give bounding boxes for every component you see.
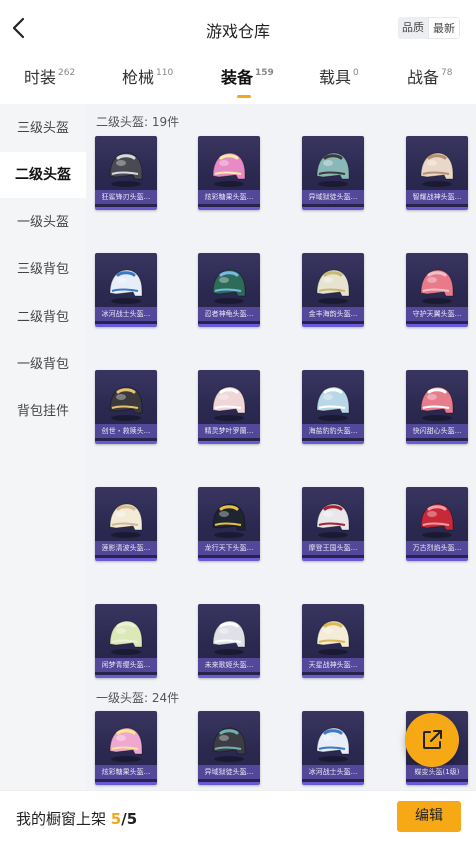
item-name: 炫彩糖果头盔... — [95, 765, 157, 779]
item-card[interactable]: 莲影清波头盔... — [95, 487, 157, 561]
item-card[interactable]: 智耀战神头盔... — [406, 136, 468, 210]
tab-count: 78 — [441, 68, 453, 78]
item-name: 未来歌姬头盔... — [198, 658, 260, 672]
item-card[interactable]: 天星战神头盔... — [302, 604, 364, 678]
item-name: 莲影清波头盔... — [95, 541, 157, 555]
item-name: 冰河战士头盔... — [95, 307, 157, 321]
section-title: 二级头盔: 19件 — [96, 115, 180, 129]
tab-count: 159 — [255, 68, 274, 78]
sidebar-item-level1-helmet[interactable]: 一级头盔 — [0, 200, 86, 246]
item-card[interactable]: 狂鲨锋刃头盔... — [95, 136, 157, 210]
showcase-label: 我的橱窗上架 — [16, 810, 107, 828]
showcase-count: 5 — [110, 810, 122, 828]
item-name: 万古烈焰头盔... — [406, 541, 468, 555]
tab-equipment[interactable]: 装备 159 — [221, 64, 274, 98]
item-card[interactable]: 炫彩糖果头盔... — [198, 136, 260, 210]
item-card[interactable]: 摩登王国头盔... — [302, 487, 364, 561]
sidebar-item-backpack-charm[interactable]: 背包挂件 — [0, 389, 86, 435]
sidebar-item-level3-helmet[interactable]: 三级头盔 — [0, 106, 86, 152]
showcase-status: 我的橱窗上架 5/5 — [16, 808, 137, 829]
tab-label: 载具 — [319, 68, 352, 87]
item-card[interactable]: 炫彩糖果头盔... — [95, 711, 157, 785]
active-tab-indicator — [237, 95, 251, 98]
showcase-bar: 我的橱窗上架 5/5 编辑 — [0, 790, 476, 843]
item-name: 智耀战神头盔... — [406, 190, 468, 204]
item-name: 闲梦青缨头盔... — [95, 658, 157, 672]
item-name: 蝶变头盔(1级) — [406, 765, 468, 779]
subcategory-sidebar: 三级头盔 二级头盔 一级头盔 三级背包 二级背包 一级背包 背包挂件 — [0, 104, 86, 790]
item-card[interactable]: 冰河战士头盔... — [95, 253, 157, 327]
item-card[interactable]: 快闪甜心头盔... — [406, 370, 468, 444]
item-card[interactable]: 海盐豹豹头盔... — [302, 370, 364, 444]
item-card[interactable]: 创世・救赎头... — [95, 370, 157, 444]
item-card[interactable]: 金丰海韵头盔... — [302, 253, 364, 327]
sidebar-item-level2-backpack[interactable]: 二级背包 — [0, 295, 86, 341]
sidebar-item-level2-helmet[interactable]: 二级头盔 — [0, 152, 86, 198]
external-link-icon — [423, 730, 442, 749]
item-name: 冰河战士头盔... — [302, 765, 364, 779]
tab-vehicles[interactable]: 载具 0 — [319, 64, 359, 98]
item-card[interactable]: 守护天翼头盔... — [406, 253, 468, 327]
item-name: 海盐豹豹头盔... — [302, 424, 364, 438]
category-tabs: 时装 262 枪械 110 装备 159 载具 0 战备 78 — [0, 58, 476, 98]
sidebar-item-level3-backpack[interactable]: 三级背包 — [0, 247, 86, 293]
showcase-total: /5 — [121, 810, 138, 828]
item-card[interactable]: 龙行天下头盔... — [198, 487, 260, 561]
tab-supplies[interactable]: 战备 78 — [407, 64, 452, 98]
tab-count: 110 — [156, 68, 174, 78]
share-button[interactable] — [405, 713, 459, 767]
item-card[interactable]: 精灵梦叶罗蘭... — [198, 370, 260, 444]
item-card[interactable]: 异域狱徒头盔... — [302, 136, 364, 210]
edit-button[interactable]: 编辑 — [397, 801, 461, 832]
item-name: 创世・救赎头... — [95, 424, 157, 438]
item-name: 异域狱徒头盔... — [198, 765, 260, 779]
sort-toggle: 品质 最新 — [398, 17, 460, 39]
item-name: 摩登王国头盔... — [302, 541, 364, 555]
tab-count: 0 — [353, 68, 359, 78]
tab-firearms[interactable]: 枪械 110 — [122, 64, 173, 98]
section-title: 一级头盔: 24件 — [96, 691, 180, 705]
item-card[interactable]: 未来歌姬头盔... — [198, 604, 260, 678]
item-name: 炫彩糖果头盔... — [198, 190, 260, 204]
item-name: 龙行天下头盔... — [198, 541, 260, 555]
tab-label: 时装 — [24, 68, 57, 87]
tab-label: 装备 — [221, 68, 254, 87]
item-card[interactable]: 万古烈焰头盔... — [406, 487, 468, 561]
tab-fashion[interactable]: 时装 262 — [24, 64, 75, 98]
item-name: 天星战神头盔... — [302, 658, 364, 672]
sort-option-quality[interactable]: 品质 — [398, 17, 428, 39]
item-name: 守护天翼头盔... — [406, 307, 468, 321]
item-card[interactable]: 忍者神龟头盔... — [198, 253, 260, 327]
top-bar: 游戏仓库 品质 最新 — [0, 0, 476, 56]
item-name: 狂鲨锋刃头盔... — [95, 190, 157, 204]
item-name: 忍者神龟头盔... — [198, 307, 260, 321]
tab-count: 262 — [58, 68, 76, 78]
item-name: 异域狱徒头盔... — [302, 190, 364, 204]
item-card[interactable]: 异域狱徒头盔... — [198, 711, 260, 785]
sidebar-item-level1-backpack[interactable]: 一级背包 — [0, 342, 86, 388]
item-name: 金丰海韵头盔... — [302, 307, 364, 321]
item-name: 精灵梦叶罗蘭... — [198, 424, 260, 438]
item-grid: 二级头盔: 19件 一级头盔: 24件 狂鲨锋刃头盔... 炫彩糖果头盔... 异域… — [86, 104, 476, 790]
tab-label: 枪械 — [122, 68, 155, 87]
item-card[interactable]: 闲梦青缨头盔... — [95, 604, 157, 678]
item-card[interactable]: 冰河战士头盔... — [302, 711, 364, 785]
item-name: 快闪甜心头盔... — [406, 424, 468, 438]
sort-option-latest[interactable]: 最新 — [428, 17, 460, 39]
tab-label: 战备 — [407, 68, 440, 87]
